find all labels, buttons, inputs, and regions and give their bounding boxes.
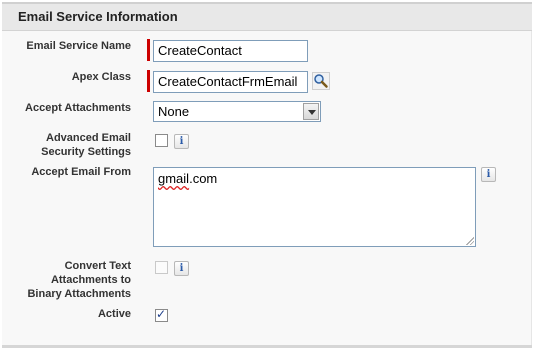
accept-attachments-value: None [158, 104, 190, 119]
info-icon[interactable]: i [174, 261, 189, 276]
magnifier-icon[interactable] [312, 72, 330, 90]
section-header: Email Service Information [2, 2, 532, 31]
apex-class-label: Apex Class [71, 71, 131, 83]
advanced-security-checkbox[interactable] [155, 134, 168, 147]
convert-text-label-line3: Binary Attachments [27, 288, 131, 300]
email-service-name-label: Email Service Name [26, 40, 131, 52]
convert-text-checkbox[interactable] [155, 261, 168, 274]
info-icon[interactable]: i [174, 134, 189, 149]
convert-text-label-line1: Convert Text [64, 260, 131, 272]
active-label: Active [97, 308, 131, 320]
convert-text-label-line2: Attachments to [50, 274, 131, 286]
resize-handle[interactable] [465, 236, 474, 245]
required-indicator [147, 39, 150, 61]
accept-attachments-label: Accept Attachments [25, 102, 131, 114]
section-title: Email Service Information [18, 9, 178, 24]
accept-attachments-select[interactable]: None [153, 101, 321, 122]
apex-class-input[interactable]: CreateContactFrmEmail [153, 71, 308, 93]
section-divider [2, 345, 532, 348]
spellcheck-word: gmail [158, 171, 190, 186]
required-indicator [147, 70, 150, 92]
email-service-name-input[interactable]: CreateContact [153, 40, 308, 62]
checkmark-icon: ✓ [156, 307, 167, 321]
info-icon[interactable]: i [481, 167, 496, 182]
accept-email-from-textarea[interactable]: gmail.com [153, 167, 476, 247]
accept-email-from-label: Accept Email From [31, 166, 131, 178]
advanced-security-label-line2: Security Settings [41, 146, 131, 158]
accept-email-from-value: .com [189, 171, 218, 186]
advanced-security-label-line1: Advanced Email [46, 132, 131, 144]
convert-text-label: Convert Text Attachments to Binary Attac… [27, 259, 131, 301]
chevron-down-icon[interactable] [303, 103, 319, 120]
active-checkbox[interactable]: ✓ [155, 307, 168, 322]
advanced-security-label: Advanced Email Security Settings [41, 131, 131, 159]
